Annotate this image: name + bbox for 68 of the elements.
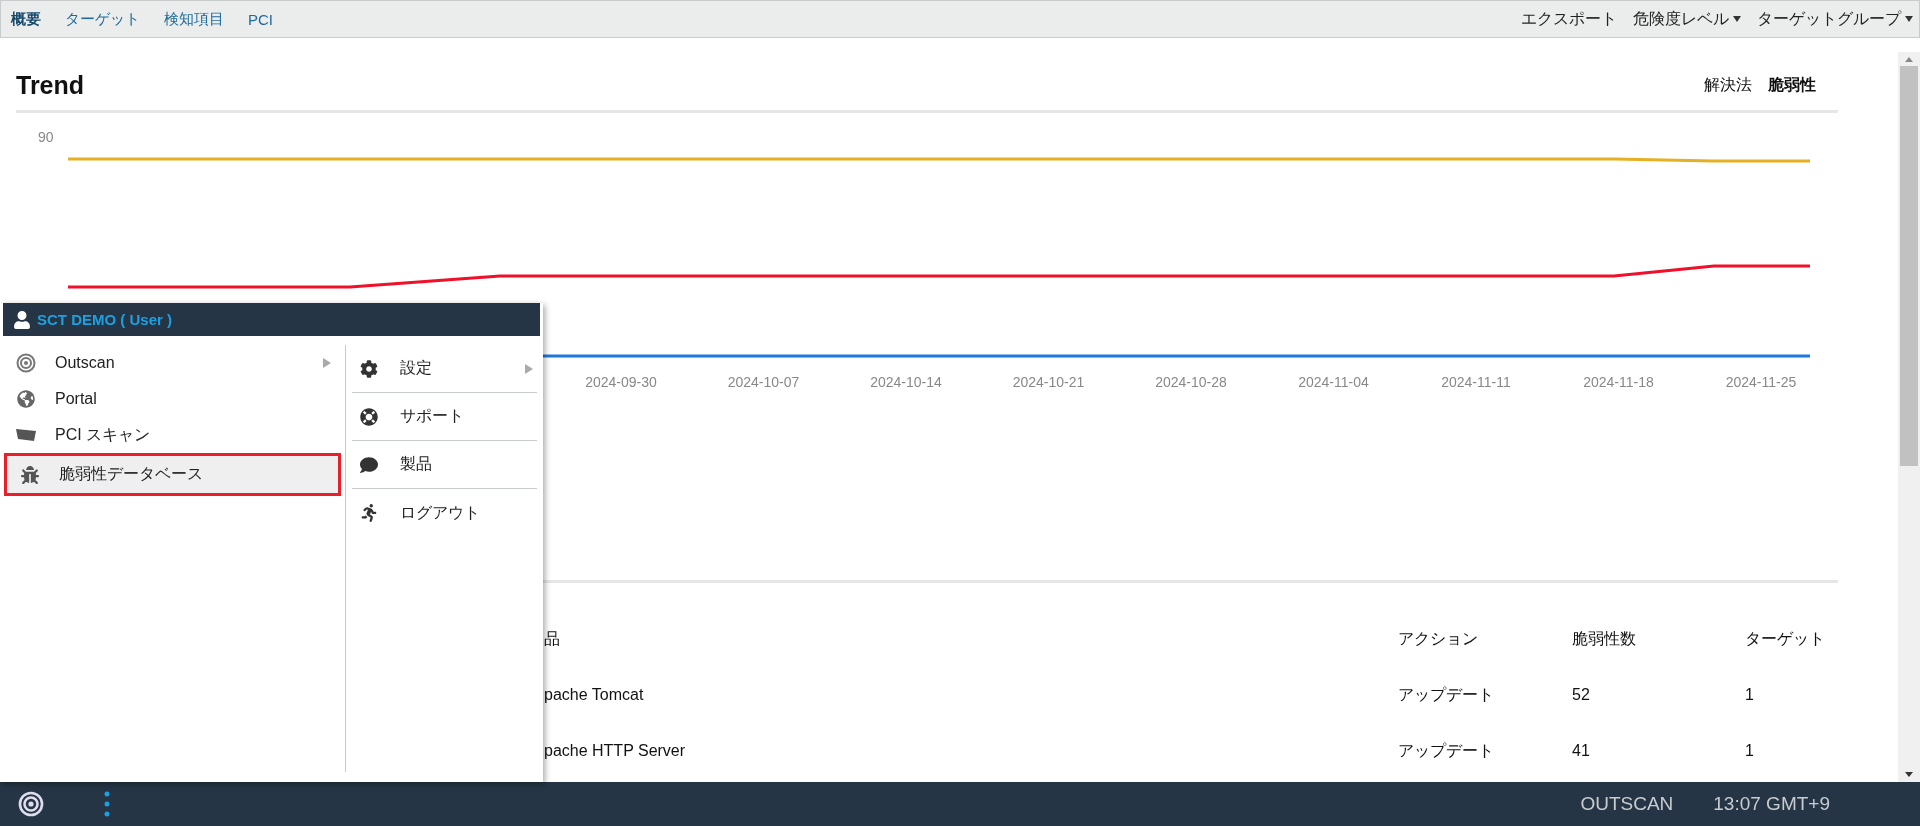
menu-label: PCI スキャン: [55, 424, 152, 445]
settings-icon: [360, 359, 378, 378]
table-cell-text: 1: [1745, 685, 1755, 705]
nav-tab[interactable]: ターゲット: [65, 9, 140, 29]
more-icon[interactable]: [104, 791, 110, 817]
menu-label: Outscan: [55, 354, 116, 372]
nav-tab[interactable]: 検知項目: [164, 9, 224, 29]
table-cell-text: pache HTTP Server: [543, 741, 687, 761]
table-cell-text: 1: [1745, 741, 1755, 761]
product-name: OUTSCAN: [1580, 793, 1674, 815]
menu-item[interactable]: Outscan: [0, 345, 345, 381]
column-header: 脆弱性数: [1572, 628, 1637, 649]
menu-label: サポート: [400, 406, 465, 426]
menu-label: Portal: [55, 390, 98, 408]
submenu-arrow-icon: [525, 363, 533, 374]
menu-item[interactable]: PCI スキャン: [0, 417, 345, 453]
table-cell-text: 41: [1572, 741, 1591, 761]
menu-label: 脆弱性データベース: [59, 464, 204, 484]
nav-tab[interactable]: PCI: [248, 10, 273, 28]
speech-bubble-icon: [360, 455, 378, 474]
menu-label: 設定: [400, 358, 433, 378]
menu-item[interactable]: 設定: [352, 345, 537, 393]
clock: 13:07 GMT+9: [1713, 793, 1830, 815]
caret-icon: [1905, 16, 1913, 22]
column-header: ターゲット: [1745, 628, 1826, 649]
user-icon: [13, 310, 31, 329]
table-cell-text: アップデート: [1398, 740, 1495, 761]
axis-label: 2024-10-28: [1155, 374, 1227, 390]
view-tab[interactable]: 脆弱性: [1768, 74, 1816, 96]
axis-label: 2024-10-21: [1012, 374, 1085, 390]
scrollbar[interactable]: [1898, 52, 1920, 782]
axis-label: 2024-11-11: [1441, 374, 1511, 390]
menu-item[interactable]: 脆弱性データベース: [4, 453, 341, 496]
section-title: Trend: [16, 70, 85, 100]
table-cell-text: 52: [1572, 685, 1591, 705]
scroll-thumb[interactable]: [1900, 66, 1918, 466]
target-icon: [18, 791, 44, 817]
view-tab[interactable]: 解決法: [1704, 74, 1752, 96]
target-icon: [16, 353, 36, 373]
menu-label: 製品: [400, 454, 433, 474]
menu-label: ログアウト: [400, 502, 481, 523]
running-person-icon: [360, 504, 378, 522]
submenu-arrow-icon: [323, 358, 331, 368]
flag-icon: [15, 428, 37, 442]
nav-tab[interactable]: 概要: [11, 9, 41, 29]
axis-label: 2024-11-04: [1298, 374, 1369, 390]
dropdown-menu[interactable]: 危険度レベル: [1633, 8, 1741, 30]
axis-label: 2024-11-18: [1583, 374, 1654, 390]
bug-icon: [21, 465, 39, 484]
globe-icon: [17, 390, 35, 408]
caret-icon: [1733, 16, 1741, 22]
menu-item[interactable]: 製品: [352, 441, 537, 489]
user-name: SCT DEMO ( User ): [37, 311, 172, 328]
table-cell-text: アップデート: [1398, 684, 1495, 705]
axis-label: 2024-11-25: [1725, 374, 1797, 390]
column-header: アクション: [1398, 628, 1479, 649]
menu-item[interactable]: Portal: [0, 381, 345, 417]
axis-label: 90: [38, 129, 54, 145]
menu-item[interactable]: ログアウト: [352, 489, 537, 537]
axis-label: 2024-09-30: [585, 374, 657, 390]
lifebuoy-icon: [360, 407, 378, 426]
table-cell-text: pache Tomcat: [543, 685, 645, 705]
axis-label: 2024-10-07: [727, 374, 800, 390]
dropdown-menu[interactable]: ターゲットグループ: [1757, 8, 1913, 30]
export-link[interactable]: エクスポート: [1521, 8, 1617, 30]
column-header: 品: [543, 628, 561, 649]
menu-item[interactable]: サポート: [352, 393, 537, 441]
axis-label: 2024-10-14: [870, 374, 942, 390]
